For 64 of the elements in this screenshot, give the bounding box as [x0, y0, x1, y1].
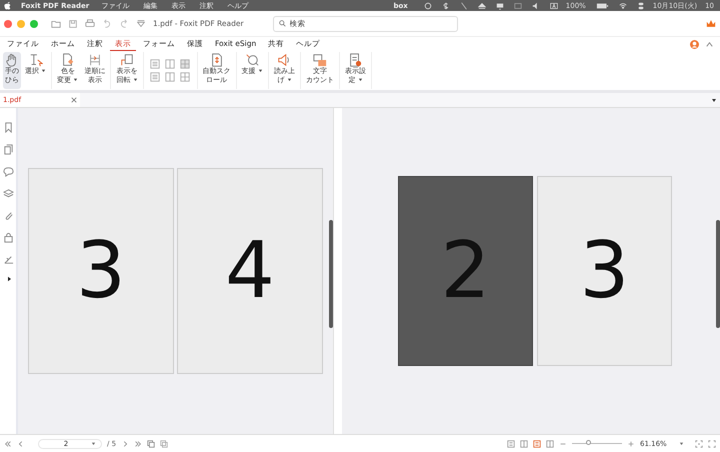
expand-arrow-icon[interactable] [6, 276, 12, 282]
reverse-order-icon [88, 53, 102, 67]
minimize-window-button[interactable] [17, 20, 25, 28]
page-layout-icon[interactable] [180, 72, 190, 82]
save-icon[interactable] [68, 18, 78, 28]
display-icon[interactable] [496, 2, 504, 10]
folder-icon[interactable] [51, 18, 61, 28]
view-mode-icon[interactable] [533, 440, 541, 448]
view-mode-icon[interactable] [546, 440, 554, 448]
redo-icon[interactable] [119, 18, 129, 28]
auto-scroll-icon [210, 53, 224, 67]
user-avatar-icon[interactable] [690, 40, 699, 48]
close-window-button[interactable] [4, 20, 12, 28]
input-source-icon[interactable] [550, 2, 558, 10]
zoom-in-icon[interactable] [627, 440, 635, 448]
slider-thumb[interactable] [586, 440, 590, 445]
bookmark-icon[interactable] [2, 122, 14, 133]
first-page-icon[interactable] [4, 440, 12, 448]
text-cursor-icon [28, 53, 43, 67]
apple-logo-icon[interactable] [4, 1, 11, 10]
previous-page-icon[interactable] [17, 440, 25, 448]
rotate-page-icon [120, 53, 134, 67]
page-layout-icon[interactable] [164, 59, 175, 69]
crown-icon[interactable] [706, 19, 716, 28]
print-icon[interactable] [85, 18, 95, 28]
page-layout-icon[interactable] [180, 59, 190, 69]
page-number-text: 3 [76, 226, 126, 316]
lock-icon[interactable] [2, 232, 14, 243]
dollar-icon[interactable] [442, 2, 450, 10]
page-layout-icon[interactable] [150, 59, 160, 69]
last-page-icon[interactable] [134, 440, 142, 448]
next-page-icon[interactable] [121, 440, 130, 448]
undo-icon[interactable] [102, 18, 112, 28]
battery-icon[interactable] [596, 2, 609, 10]
page-number-text: 3 [580, 226, 630, 316]
scrollbar-thumb[interactable] [329, 220, 333, 328]
magnifier-icon [245, 53, 260, 67]
fit-page-icon[interactable] [695, 440, 703, 448]
collapse-ribbon-icon[interactable] [705, 40, 714, 48]
zoom-window-button[interactable] [30, 20, 38, 28]
speaker-icon [277, 53, 292, 67]
word-count-icon [312, 53, 327, 67]
document-settings-icon [348, 53, 362, 67]
page-color-icon [60, 53, 75, 67]
hand-icon [5, 53, 19, 67]
search-icon [278, 20, 286, 27]
scrollbar-thumb[interactable] [716, 220, 720, 328]
control-center-icon[interactable] [636, 2, 645, 10]
page-layout-icon[interactable] [150, 72, 160, 82]
signature-icon[interactable] [2, 254, 14, 265]
fullscreen-icon[interactable] [708, 440, 716, 448]
view-mode-icon[interactable] [520, 440, 528, 448]
dropdown-icon[interactable] [136, 18, 146, 28]
caret-icon[interactable] [711, 97, 717, 103]
page-layout-icon[interactable] [164, 72, 175, 82]
eject-icon[interactable] [478, 2, 486, 10]
page-number-text: 4 [225, 226, 275, 316]
screen-mirror-icon[interactable] [514, 2, 522, 10]
comment-icon[interactable] [2, 166, 14, 177]
wifi-icon[interactable] [618, 2, 627, 10]
page-number-text: 2 [440, 226, 490, 316]
close-icon[interactable] [71, 97, 77, 103]
pages-icon[interactable] [2, 144, 14, 155]
view-mode-icon[interactable] [507, 440, 515, 448]
